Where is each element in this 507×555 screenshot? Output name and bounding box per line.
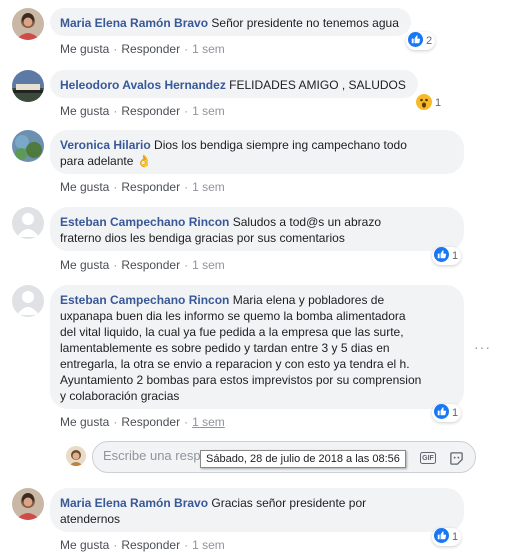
reaction-summary[interactable]: 1 [432, 528, 462, 546]
comment-actions: Me gusta · Responder · 1 sem [60, 104, 225, 118]
like-link[interactable]: Me gusta [60, 180, 109, 194]
comment-text: Maria elena y pobladores de [232, 293, 385, 307]
reply-input[interactable] [103, 448, 203, 463]
comment-author[interactable]: Esteban Campechano Rincon [60, 215, 229, 229]
comment-author[interactable]: Heleodoro Avalos Hernandez [60, 78, 226, 92]
reaction-count: 1 [452, 531, 459, 543]
avatar[interactable] [12, 70, 44, 102]
reaction-summary[interactable]: 2 [406, 32, 436, 50]
comment-text: Dios los bendiga siempre ing campechano … [154, 138, 407, 152]
timestamp[interactable]: 1 sem [192, 180, 225, 194]
reply-link[interactable]: Responder [121, 415, 180, 429]
reaction-summary[interactable]: 1 [432, 247, 462, 265]
comment-actions: Me gusta · Responder · 1 sem [60, 538, 225, 552]
comment-bubble: Esteban Campechano Rincon Maria elena y … [50, 285, 464, 409]
like-icon [434, 247, 449, 265]
reply-link[interactable]: Responder [121, 42, 180, 56]
comment-author[interactable]: Maria Elena Ramón Bravo [60, 496, 208, 510]
reaction-summary[interactable]: 1 [414, 93, 444, 113]
comment-author[interactable]: Maria Elena Ramón Bravo [60, 16, 208, 30]
timestamp[interactable]: 1 sem [192, 42, 225, 56]
comment-text: entregarla, la otra se envio a reparacio… [60, 357, 410, 371]
avatar[interactable] [12, 488, 44, 520]
avatar[interactable] [12, 8, 44, 40]
comment-text: uxpanapa buen dia les informo se quemo l… [60, 309, 406, 323]
gif-icon[interactable]: GIF [419, 449, 437, 467]
comment-text: Saludos a tod@s un abrazo [232, 215, 381, 229]
timestamp[interactable]: 1 sem [192, 538, 225, 552]
gif-label: GIF [422, 454, 434, 462]
reaction-count: 2 [426, 35, 433, 47]
comment-text: del vital liquido, la cual ya fue pedida… [60, 325, 404, 339]
comment-actions: Me gusta · Responder · 1 sem [60, 258, 225, 272]
sticker-icon[interactable] [447, 449, 465, 467]
comment-actions: Me gusta · Responder · 1 sem [60, 180, 225, 194]
reaction-summary[interactable]: 1 [432, 404, 462, 422]
reaction-count: 1 [435, 97, 442, 109]
reply-link[interactable]: Responder [121, 258, 180, 272]
comment-bubble: Esteban Campechano Rincon Saludos a tod@… [50, 207, 464, 251]
comment-author[interactable]: Veronica Hilario [60, 138, 151, 152]
comment-text: FELIDADES AMIGO , SALUDOS [229, 78, 406, 92]
like-link[interactable]: Me gusta [60, 104, 109, 118]
avatar[interactable] [12, 207, 44, 239]
comment-text: lamentablemente es sobre pedido y tardan… [60, 341, 390, 355]
comment-text: y colaboración gracias [60, 389, 180, 403]
like-icon [434, 404, 449, 422]
reply-link[interactable]: Responder [121, 104, 180, 118]
comment-bubble: Veronica Hilario Dios los bendiga siempr… [50, 130, 464, 174]
avatar[interactable] [66, 446, 86, 466]
timestamp[interactable]: 1 sem [192, 258, 225, 272]
comment-text: Señor presidente no tenemos agua [211, 16, 399, 30]
like-icon [434, 528, 449, 546]
comment-text: fraterno dios les bendiga gracias por su… [60, 231, 345, 245]
comment-author[interactable]: Esteban Campechano Rincon [60, 293, 229, 307]
comment-text: atendernos [60, 512, 121, 526]
like-link[interactable]: Me gusta [60, 258, 109, 272]
avatar[interactable] [12, 285, 44, 317]
avatar[interactable] [12, 130, 44, 162]
comment-actions: Me gusta · Responder · 1 sem [60, 42, 225, 56]
comment-bubble: Heleodoro Avalos Hernandez FELIDADES AMI… [50, 70, 418, 98]
ok-hand-emoji: 👌 [136, 154, 152, 168]
comment-actions: Me gusta · Responder · 1 sem [60, 415, 225, 429]
timestamp[interactable]: 1 sem [192, 104, 225, 118]
reply-composer: GIF Sábado, 28 de julio de 2018 a las 08… [0, 440, 507, 476]
like-link[interactable]: Me gusta [60, 42, 109, 56]
timestamp-tooltip: Sábado, 28 de julio de 2018 a las 08:56 [200, 450, 406, 468]
reaction-count: 1 [452, 407, 459, 419]
reply-link[interactable]: Responder [121, 180, 180, 194]
comment-bubble: Maria Elena Ramón Bravo Señor presidente… [50, 8, 411, 36]
reaction-count: 1 [452, 250, 459, 262]
comment-text: Ayuntamiento 2 bombas para estos imprevi… [60, 373, 422, 387]
timestamp[interactable]: 1 sem [192, 415, 225, 429]
comment-bubble: Maria Elena Ramón Bravo Gracias señor pr… [50, 488, 464, 532]
like-link[interactable]: Me gusta [60, 415, 109, 429]
like-link[interactable]: Me gusta [60, 538, 109, 552]
comment-text: para adelante [60, 154, 134, 168]
reply-link[interactable]: Responder [121, 538, 180, 552]
wow-icon [416, 93, 432, 113]
like-icon [408, 32, 423, 50]
more-options-icon[interactable]: ··· [474, 339, 491, 355]
comment-text: Gracias señor presidente por [211, 496, 367, 510]
